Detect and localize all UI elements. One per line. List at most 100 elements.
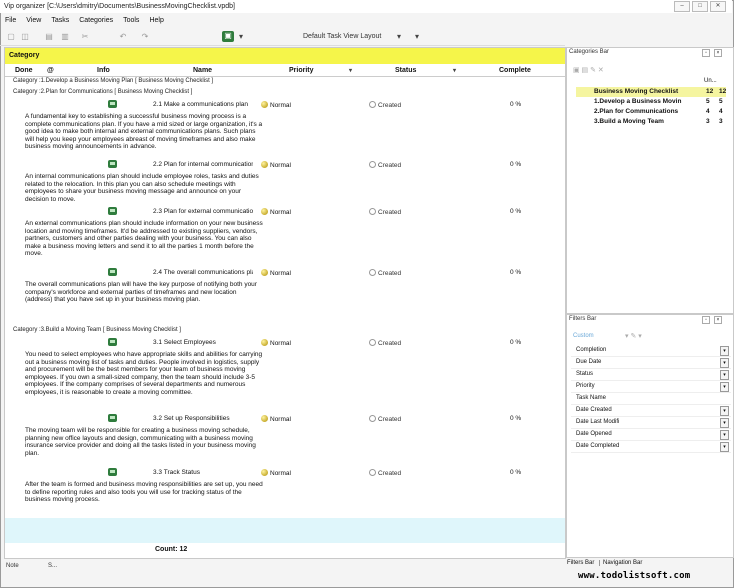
task-row[interactable]: 3.1 Select Employees Normal Created 0 % [5, 337, 565, 349]
task-row[interactable]: 3.2 Set up Responsibilities Normal Creat… [5, 413, 565, 425]
col-done[interactable]: Done [15, 67, 33, 74]
task-name: 3.2 Set up Responsibilities [153, 415, 230, 422]
filter-priority[interactable]: Priority ▾ [571, 381, 731, 393]
complete-value: 0 % [510, 101, 522, 108]
filter-date-last-modified[interactable]: Date Last Modifi ▾ [571, 417, 731, 429]
filter-completion[interactable]: Completion ▾ [571, 345, 731, 357]
category-total: 3 [719, 118, 723, 125]
new-task-band[interactable] [5, 518, 565, 543]
menu-categories[interactable]: Categories [74, 15, 118, 27]
priority-value: Normal [261, 415, 291, 423]
complete-value: 0 % [510, 161, 522, 168]
chevron-down-icon[interactable]: ▾ [720, 382, 729, 392]
chevron-down-icon[interactable]: ▾ [720, 370, 729, 380]
col-priority[interactable]: Priority [289, 67, 314, 74]
print-icon[interactable]: ▥ [60, 32, 70, 42]
maximize-button[interactable]: □ [692, 1, 708, 12]
window-title: Vip organizer [C:\Users\dmitry\Documents… [4, 3, 235, 10]
filter-due-date[interactable]: Due Date ▾ [571, 357, 731, 369]
filter-label: Date Last Modifi [576, 419, 620, 425]
save-icon[interactable]: ▤ [44, 32, 54, 42]
menu-tools[interactable]: Tools [118, 15, 144, 27]
status-section: S... [48, 563, 58, 569]
open-icon[interactable]: ◫ [20, 32, 30, 42]
col-info[interactable]: Info [97, 67, 110, 74]
task-name: 2.2 Plan for internal communications [153, 161, 253, 168]
filters-bar-title: Filters Bar [569, 316, 597, 322]
filter-preset-selector[interactable]: Custom [573, 333, 594, 339]
filter-date-opened[interactable]: Date Opened ▾ [571, 429, 731, 441]
layout-dropdown-icon[interactable]: ▾ [394, 32, 404, 42]
chevron-down-icon[interactable]: ▾ [720, 442, 729, 452]
filter-task-name[interactable]: Task Name [571, 393, 731, 405]
filter-label: Due Date [576, 359, 602, 365]
chevron-down-icon[interactable]: ▾ [720, 358, 729, 368]
task-row[interactable]: 2.3 Plan for external communications Nor… [5, 206, 565, 218]
col-attach[interactable]: @ [47, 67, 54, 74]
col-status[interactable]: Status [395, 67, 416, 74]
complete-value: 0 % [510, 469, 522, 476]
redo-icon[interactable]: ↷ [140, 32, 150, 42]
toolbar: ▢ ◫ ▤ ▥ ✂ ↶ ↷ ▣ ▾ ▾ ▾ [0, 29, 565, 46]
task-icon [108, 414, 117, 422]
filter-date-completed[interactable]: Date Completed ▾ [571, 441, 731, 453]
group-header-moving-team[interactable]: Category :3.Build a Moving Team [ Busine… [13, 327, 181, 333]
menu-tasks[interactable]: Tasks [46, 15, 74, 27]
menu-help[interactable]: Help [144, 15, 168, 27]
category-tree-item[interactable]: 1.Develop a Business Movin 5 5 [586, 97, 726, 107]
minimize-button[interactable]: – [674, 1, 690, 12]
group-header-communications[interactable]: Category :2.Plan for Communications [ Bu… [13, 89, 192, 95]
tab-filters-bar[interactable]: Filters Bar [567, 560, 594, 566]
menu-view[interactable]: View [21, 15, 46, 27]
title-bar: Vip organizer [C:\Users\dmitry\Documents… [0, 0, 732, 13]
priority-filter-icon[interactable]: ▾ [349, 67, 352, 74]
filter-date-created[interactable]: Date Created ▾ [571, 405, 731, 417]
task-description: The overall communications plan will hav… [25, 281, 257, 303]
status-value: Created [369, 161, 401, 169]
category-toolbar-icons[interactable]: ▣ ▤ ✎ ✕ [573, 66, 604, 74]
filters-bar: Filters Bar ▫ × Custom ▾ ✎ ▾ Completion ▾… [566, 314, 734, 558]
filter-status[interactable]: Status ▾ [571, 369, 731, 381]
panel-pin-icon[interactable]: ▫ [702, 49, 710, 57]
tab-navigation-bar[interactable]: Navigation Bar [599, 560, 643, 566]
filter-label: Task Name [576, 395, 607, 401]
chevron-down-icon[interactable]: ▾ [720, 430, 729, 440]
panel-close-icon[interactable]: × [714, 316, 722, 324]
layout-selector[interactable]: Default Task View Layout [303, 33, 381, 40]
task-view-icon[interactable]: ▣ [222, 31, 234, 42]
task-row[interactable]: 2.4 The overall communications plan Norm… [5, 267, 565, 279]
col-complete[interactable]: Complete [499, 67, 531, 74]
menu-file[interactable]: File [0, 15, 21, 27]
panel-pin-icon[interactable]: ▫ [702, 316, 710, 324]
category-tree-item[interactable]: 3.Build a Moving Team 3 3 [586, 117, 726, 127]
task-row[interactable]: 2.2 Plan for internal communications Nor… [5, 159, 565, 171]
undo-icon[interactable]: ↶ [118, 32, 128, 42]
filter-label: Date Opened [576, 431, 612, 437]
status-filter-icon[interactable]: ▾ [453, 67, 456, 74]
new-task-icon[interactable]: ▢ [6, 32, 16, 42]
chevron-down-icon[interactable]: ▾ [720, 346, 729, 356]
task-icon [108, 160, 117, 168]
col-name[interactable]: Name [193, 67, 212, 74]
view-dropdown-icon[interactable]: ▾ [236, 32, 246, 42]
panel-close-icon[interactable]: × [714, 49, 722, 57]
task-row[interactable]: 2.1 Make a communications plan Normal Cr… [5, 99, 565, 111]
task-icon [108, 268, 117, 276]
close-button[interactable]: ✕ [710, 1, 726, 12]
task-name: 2.4 The overall communications plan [153, 269, 253, 276]
category-tree-item[interactable]: 2.Plan for Communications 4 4 [586, 107, 726, 117]
task-row[interactable]: 3.3 Track Status Normal Created 0 % [5, 467, 565, 479]
task-description: The moving team will be responsible for … [25, 427, 256, 457]
category-band-label: Category [9, 52, 40, 59]
filter-label: Date Created [576, 407, 612, 413]
filter-toolbar-icons[interactable]: ▾ ✎ ▾ [625, 332, 642, 340]
chevron-down-icon[interactable]: ▾ [720, 418, 729, 428]
group-header-develop[interactable]: Category :1.Develop a Business Moving Pl… [13, 78, 213, 84]
chevron-down-icon[interactable]: ▾ [720, 406, 729, 416]
category-count: 5 [706, 98, 710, 105]
unread-col-header[interactable]: Un... [704, 78, 717, 84]
cut-icon[interactable]: ✂ [80, 32, 90, 42]
column-header-row: Done @ Info Name Priority ▾ Status ▾ Com… [5, 66, 565, 77]
category-tree-item[interactable]: Business Moving Checklist 12 12 [576, 87, 726, 97]
layout-filter-icon[interactable]: ▾ [412, 32, 422, 42]
